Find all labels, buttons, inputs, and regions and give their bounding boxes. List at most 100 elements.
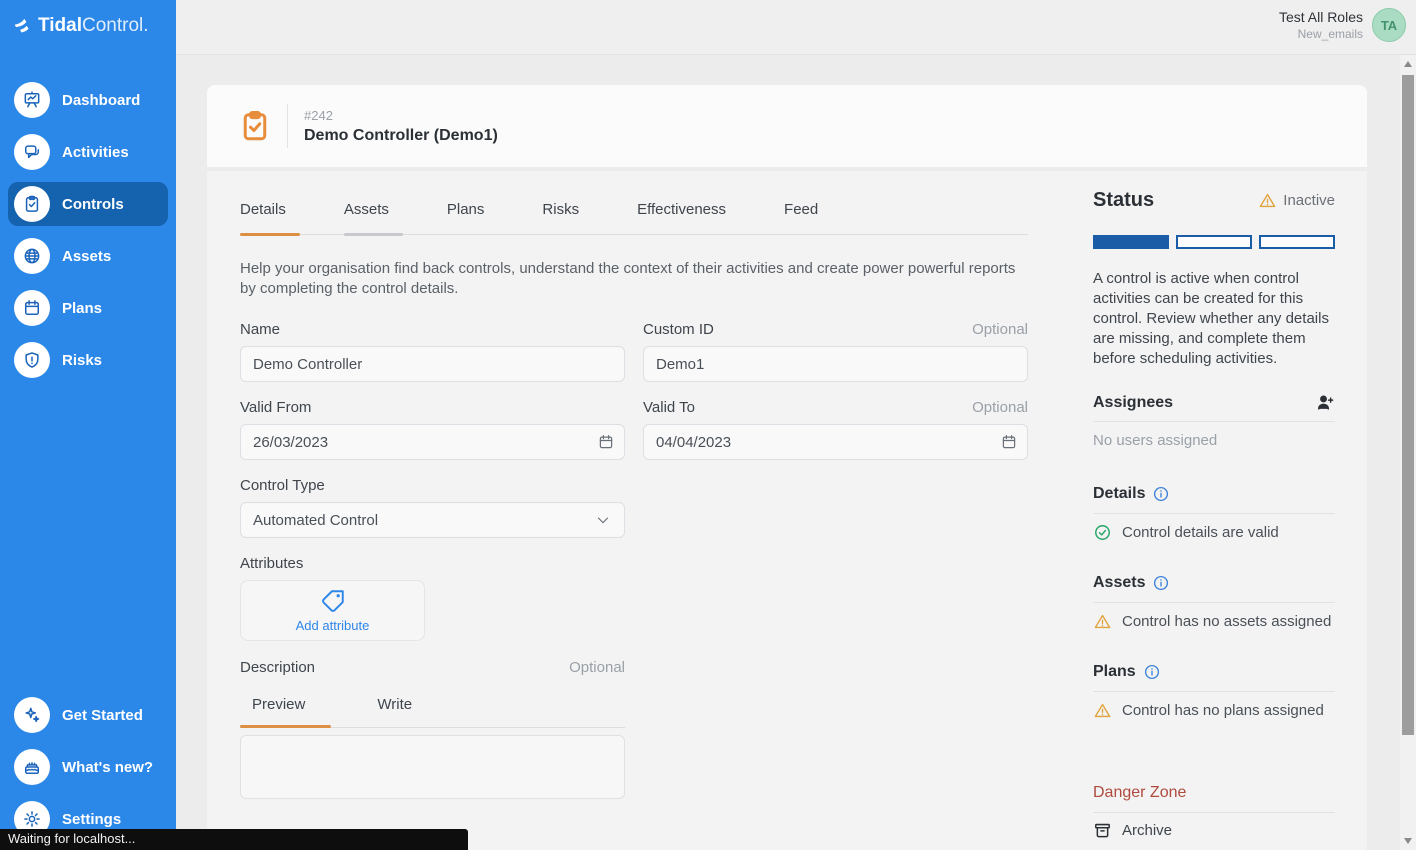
name-input[interactable] — [240, 346, 625, 382]
optional-label: Optional — [569, 659, 625, 676]
control-type-select[interactable]: Automated Control — [240, 502, 625, 538]
sidebar-item-label: Dashboard — [62, 92, 140, 109]
tab-details[interactable]: Details — [240, 197, 300, 234]
details-intro-text: Help your organisation find back control… — [240, 259, 1032, 299]
details-title-text: Details — [1093, 485, 1145, 503]
optional-label: Optional — [972, 321, 1028, 338]
tab-effectiveness[interactable]: Effectiveness — [637, 197, 740, 234]
scrollbar-thumb[interactable] — [1402, 75, 1414, 735]
plans-title-text: Plans — [1093, 663, 1136, 681]
sidebar-item-whats-new[interactable]: What's new? — [8, 745, 168, 789]
controls-icon — [14, 186, 50, 222]
assignees-empty-text: No users assigned — [1093, 432, 1335, 449]
warning-icon — [1093, 612, 1112, 631]
attributes-label: Attributes — [240, 555, 303, 572]
divider — [1093, 421, 1335, 422]
sidebar-item-plans[interactable]: Plans — [8, 286, 168, 330]
divider — [287, 104, 288, 148]
sparkles-icon — [14, 697, 50, 733]
chevron-down-icon — [594, 511, 612, 529]
calendar-icon[interactable] — [1000, 433, 1018, 451]
scroll-down-arrow-icon[interactable] — [1404, 838, 1412, 844]
progress-segment-empty — [1176, 235, 1252, 249]
progress-segment-filled — [1093, 235, 1169, 249]
user-menu[interactable]: Test All Roles New_emails TA — [1279, 8, 1406, 42]
activities-icon — [14, 134, 50, 170]
control-clipboard-icon — [237, 108, 273, 144]
sidebar-item-activities[interactable]: Activities — [8, 130, 168, 174]
assignees-title: Assignees — [1093, 394, 1173, 412]
attributes-field-group: Attributes Add attribute — [240, 555, 625, 641]
valid-from-input[interactable] — [240, 424, 625, 460]
tab-feed[interactable]: Feed — [784, 197, 832, 234]
description-field-group: Description Optional Preview Write — [240, 659, 625, 799]
control-tabs: Details Assets Plans Risks Effectiveness… — [240, 197, 1028, 235]
vertical-scrollbar[interactable] — [1400, 55, 1416, 850]
top-bar: Test All Roles New_emails TA — [176, 0, 1416, 55]
info-icon[interactable] — [1152, 485, 1170, 503]
archive-icon — [1093, 821, 1112, 840]
sidebar-item-get-started[interactable]: Get Started — [8, 693, 168, 737]
cake-icon — [14, 749, 50, 785]
calendar-icon[interactable] — [597, 433, 615, 451]
valid-to-field-group: Valid ToOptional — [643, 399, 1028, 460]
danger-zone-title: Danger Zone — [1093, 784, 1335, 802]
add-attribute-button[interactable]: Add attribute — [240, 580, 425, 641]
browser-status-text: Waiting for localhost... — [0, 829, 468, 850]
add-user-icon[interactable] — [1316, 393, 1335, 412]
sidebar-item-risks[interactable]: Risks — [8, 338, 168, 382]
sidebar-item-label: Plans — [62, 300, 102, 317]
warning-icon — [1258, 191, 1277, 210]
archive-button[interactable]: Archive — [1093, 821, 1335, 840]
tab-risks[interactable]: Risks — [542, 197, 593, 234]
tab-assets[interactable]: Assets — [344, 197, 403, 234]
valid-from-field-group: Valid From — [240, 399, 625, 460]
details-status-row: Control details are valid — [1093, 523, 1335, 542]
description-editor-tabs: Preview Write — [240, 690, 625, 728]
status-progress-bars — [1093, 235, 1335, 249]
assets-status-row: Control has no assets assigned — [1093, 612, 1335, 631]
tab-plans[interactable]: Plans — [447, 197, 499, 234]
info-icon[interactable] — [1143, 663, 1161, 681]
assets-section-title: Assets — [1093, 574, 1170, 592]
check-circle-icon — [1093, 523, 1112, 542]
sidebar-item-dashboard[interactable]: Dashboard — [8, 78, 168, 122]
control-id: #242 — [304, 108, 498, 123]
tidal-wave-icon — [13, 16, 33, 36]
sidebar-item-label: Activities — [62, 144, 129, 161]
assets-status-message: Control has no assets assigned — [1122, 613, 1331, 630]
assets-title-text: Assets — [1093, 574, 1145, 592]
progress-segment-empty — [1259, 235, 1335, 249]
sidebar-item-assets[interactable]: Assets — [8, 234, 168, 278]
control-type-field-group: Control Type Automated Control — [240, 477, 625, 538]
tag-icon — [320, 588, 346, 614]
sidebar-item-label: Assets — [62, 248, 111, 265]
risks-shield-icon — [14, 342, 50, 378]
brand-name-light: Control. — [82, 15, 149, 36]
custom-id-input[interactable] — [643, 346, 1028, 382]
valid-to-input[interactable] — [643, 424, 1028, 460]
archive-label: Archive — [1122, 822, 1172, 839]
brand-logo[interactable]: TidalControl. — [13, 15, 149, 37]
add-attribute-label: Add attribute — [296, 618, 370, 633]
user-org: New_emails — [1279, 27, 1363, 41]
plans-calendar-icon — [14, 290, 50, 326]
valid-from-label: Valid From — [240, 399, 311, 416]
tab-preview[interactable]: Preview — [240, 690, 331, 727]
description-label: Description — [240, 659, 315, 676]
custom-id-field-group: Custom ID Optional — [643, 321, 1028, 382]
custom-id-label: Custom ID — [643, 321, 714, 338]
name-field-group: Name — [240, 321, 625, 382]
user-name: Test All Roles — [1279, 9, 1363, 25]
status-badge: Inactive — [1258, 191, 1335, 210]
brand-name-bold: Tidal — [38, 15, 82, 36]
description-preview-area[interactable] — [240, 735, 625, 799]
info-icon[interactable] — [1152, 574, 1170, 592]
sidebar-item-controls[interactable]: Controls — [8, 182, 168, 226]
avatar[interactable]: TA — [1372, 8, 1406, 42]
status-description: A control is active when control activit… — [1093, 269, 1335, 369]
tab-write[interactable]: Write — [365, 690, 438, 727]
scroll-up-arrow-icon[interactable] — [1404, 61, 1412, 67]
warning-icon — [1093, 701, 1112, 720]
control-type-value: Automated Control — [253, 512, 378, 529]
